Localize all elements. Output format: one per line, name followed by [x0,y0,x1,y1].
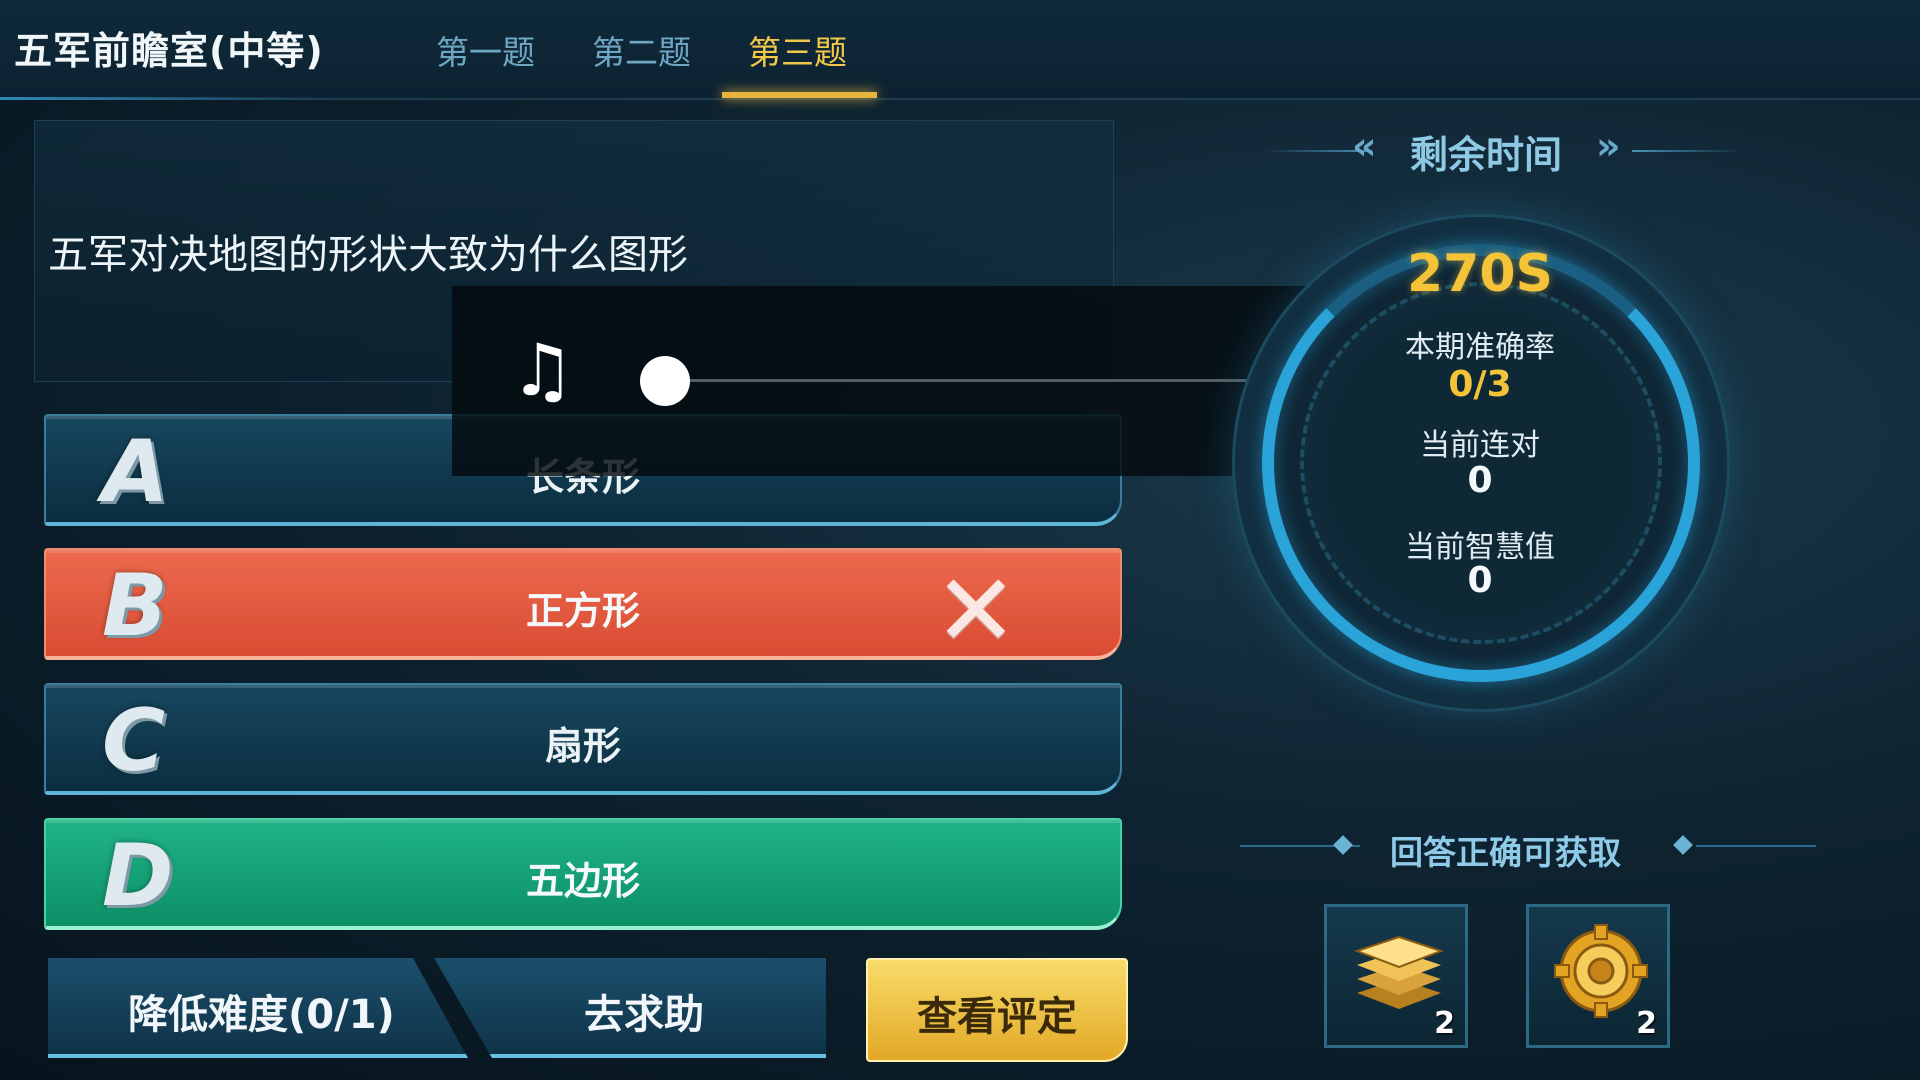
ask-for-help-button[interactable]: 去求助 [434,958,826,1058]
option-label: 五边形 [525,859,640,903]
reward-item-gold[interactable]: 2 [1324,904,1468,1048]
wisdom-value: 0 [1467,560,1493,601]
music-note-icon[interactable]: ♫ [510,334,575,406]
reward-title: 回答正确可获取 [1390,833,1621,872]
time-remaining-value: 270S [1407,244,1553,304]
tab-question-3[interactable]: 第三题 [748,26,847,74]
timer-title: 剩余时间 [1410,133,1563,177]
wrong-cross-icon: ✕ [934,552,1018,660]
music-progress-knob[interactable] [640,356,690,406]
top-bar: 五军前瞻室(中等) 第一题 第二题 第三题 [0,0,1920,100]
accuracy-value: 0/3 [1448,364,1512,405]
view-rating-button[interactable]: 查看评定 [866,958,1128,1062]
timer-title-deco-right [1632,150,1742,152]
reward-count: 2 [1434,1006,1455,1041]
option-label: 扇形 [544,724,621,768]
active-tab-indicator [722,92,877,98]
streak-value: 0 [1467,460,1493,501]
page-title: 五军前瞻室(中等) [14,29,324,73]
view-rating-label: 查看评定 [917,994,1077,1040]
streak-label: 当前连对 [1420,428,1540,463]
reward-title-line-right [1696,845,1816,847]
tab-question-2[interactable]: 第二题 [592,26,691,74]
reward-item-gear-coin[interactable]: 2 [1526,904,1670,1048]
reward-count: 2 [1636,1006,1657,1041]
answer-option-d[interactable]: D 五边形 [44,818,1122,930]
answer-option-c[interactable]: C 扇形 [44,683,1122,795]
accuracy-label: 本期准确率 [1405,330,1555,365]
lower-difficulty-button[interactable]: 降低难度(0/1) [48,958,468,1058]
diamond-icon [1333,835,1353,855]
question-text: 五军对决地图的形状大致为什么图形 [48,232,688,278]
chevron-left-icon: « [1352,124,1377,168]
chevron-right-icon: » [1596,124,1621,168]
lower-difficulty-label: 降低难度(0/1) [128,992,395,1038]
answer-option-b[interactable]: B 正方形 ✕ [44,548,1122,660]
diamond-icon [1673,835,1693,855]
tab-question-1[interactable]: 第一题 [436,26,535,74]
ask-for-help-label: 去求助 [584,992,704,1038]
